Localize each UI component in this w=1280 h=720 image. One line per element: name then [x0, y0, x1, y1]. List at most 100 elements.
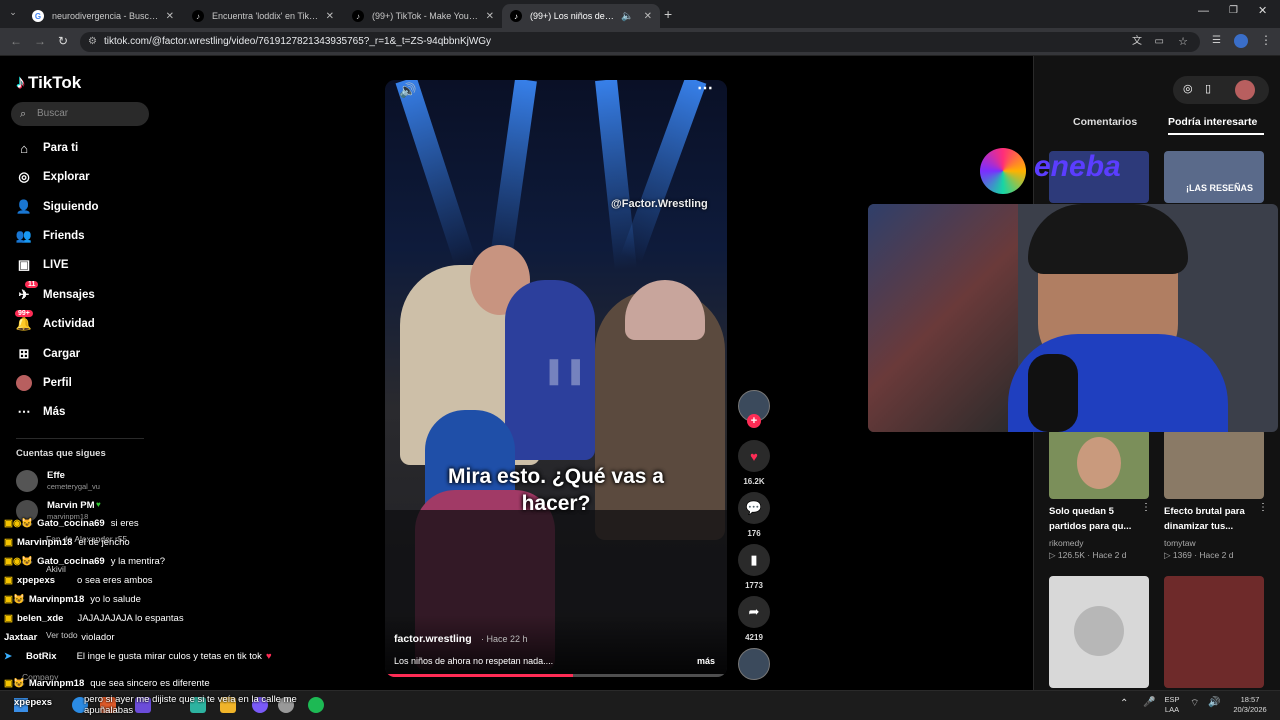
browser-tab[interactable]: ♪ (99+) TikTok - Make Your Day ✕ [344, 4, 502, 28]
video-thumbnail[interactable]: ¡LAS RESEÑAS [1164, 151, 1264, 203]
chat-user: Gato_cocina69 [37, 518, 105, 529]
browser-tab[interactable]: ♪ Encuentra 'loddix' en TikTok | Búsqued… [184, 4, 342, 28]
tab-search-button[interactable]: ⌄ [6, 7, 20, 21]
avatar[interactable] [1235, 80, 1255, 100]
close-icon[interactable]: ✕ [166, 11, 174, 22]
nav-item-actividad[interactable]: 🔔 99+ Actividad [15, 310, 156, 335]
messages-badge: 11 [25, 281, 39, 288]
card-age: Hace 2 d [1092, 550, 1127, 560]
cast-icon[interactable]: ▭ [1155, 32, 1164, 52]
clock[interactable]: 18:57 20/3/2026 [1226, 695, 1274, 715]
device-icon[interactable]: ▯ [1205, 82, 1211, 95]
chat-user: belen_xde [16, 613, 64, 624]
volume-icon[interactable]: 🔊 [399, 82, 416, 99]
nav-item-live[interactable]: ▣ LIVE [16, 254, 156, 276]
save-button[interactable]: ▮ [738, 544, 770, 576]
maximize-button[interactable]: ❐ [1229, 5, 1238, 16]
volume-icon[interactable]: 🔊 [1208, 697, 1220, 708]
browser-tab[interactable]: G neurodivergencia - Buscar con Google ✕ [24, 4, 182, 28]
following-name: Effe [47, 470, 65, 481]
nav-item-mensajes[interactable]: ✈ 11 Mensajes [16, 281, 156, 306]
tab-comentarios[interactable]: Comentarios [1073, 116, 1137, 128]
like-button[interactable]: ♥ [738, 440, 770, 472]
comment-button[interactable]: 💬 [738, 492, 770, 524]
mic-icon[interactable]: 🎤 [1143, 697, 1155, 708]
chat-user: Marvinpm18 [28, 678, 85, 689]
lang-indicator[interactable]: ESP LAA [1160, 695, 1184, 715]
nav-item-para-ti[interactable]: ⌂ Para ti [16, 137, 156, 159]
chat-text: pero si ayer me dijiste que si te veía e… [84, 694, 297, 716]
reload-button[interactable]: ↻ [58, 34, 68, 48]
following-item[interactable]: Effe cemeterygal_vu [16, 468, 146, 494]
card-options-icon[interactable]: ⋮ [1258, 502, 1268, 513]
browser-menu-icon[interactable]: ⋮ [1260, 33, 1272, 47]
address-bar[interactable]: ⚙ tiktok.com/@factor.wrestling/video/761… [80, 32, 1200, 52]
follow-plus-icon[interactable]: + [747, 414, 761, 428]
tiktok-logo[interactable]: ♪ TikTok [16, 72, 81, 93]
activity-badge: 99+ [15, 310, 33, 317]
compass-icon[interactable]: ◎ [1183, 82, 1193, 95]
card-title[interactable]: Efecto brutal para dinamizar tus... [1164, 504, 1256, 534]
video-author[interactable]: factor.wrestling [394, 633, 472, 645]
nav-item-friends[interactable]: 👥 Friends [16, 225, 156, 247]
search-input[interactable]: ⌕ Buscar [11, 102, 149, 126]
tab-indicator [1168, 133, 1264, 135]
close-window-button[interactable]: ✕ [1258, 4, 1267, 17]
new-tab-button[interactable]: + [664, 6, 672, 22]
thumbnail-face [1077, 437, 1121, 489]
sound-disc[interactable] [738, 648, 770, 680]
chat-message: Jaxtaar violador [4, 632, 115, 643]
card-author[interactable]: rikomedy [1049, 538, 1083, 548]
card-author[interactable]: tomytaw [1164, 538, 1196, 548]
chat-text: El inge le gusta mirar culos y tetas en … [76, 651, 262, 662]
reading-list-icon[interactable]: ☰ [1212, 35, 1221, 46]
chat-user: BotRix [25, 651, 57, 662]
video-thumbnail[interactable] [1164, 576, 1264, 688]
profile-avatar[interactable] [1234, 34, 1248, 48]
share-button[interactable]: ➦ [738, 596, 770, 628]
video-player[interactable]: ❚❚ 🔊 ⋯ @Factor.Wrestling Mira esto. ¿Qué… [385, 80, 727, 677]
chat-badges: ▣ [4, 537, 13, 548]
sponsor-logo-text: eneba [1034, 150, 1121, 183]
close-icon[interactable]: ✕ [486, 11, 494, 22]
tray-chevron-icon[interactable]: ⌃ [1120, 698, 1128, 709]
card-title[interactable]: Solo quedan 5 partidos para qu... [1049, 504, 1141, 534]
video-thumbnail[interactable] [1049, 429, 1149, 499]
chat-message: ▣😺 Marvinpm18 que sea sincero es diferente [4, 678, 210, 689]
following-name: Marvin PM [47, 500, 95, 511]
play-icon: ▷ [1049, 550, 1056, 560]
more-link[interactable]: más [697, 656, 715, 666]
comment-count: 176 [747, 529, 761, 538]
clock-date: 20/3/2026 [1233, 705, 1267, 714]
chat-user: xpepexs [16, 575, 56, 586]
avatar [16, 470, 38, 492]
progress-track[interactable] [385, 674, 727, 677]
card-options-icon[interactable]: ⋮ [1141, 502, 1151, 513]
wifi-icon[interactable]: ⌔ [1190, 697, 1199, 710]
bot-icon: ➤ [4, 651, 12, 662]
tab-podria-interesarte[interactable]: Podría interesarte [1168, 116, 1257, 128]
translate-icon[interactable]: 文 [1132, 32, 1142, 52]
nav-item-mas[interactable]: ⋯ Más [16, 401, 156, 423]
minimize-button[interactable]: — [1198, 5, 1209, 17]
video-thumbnail[interactable] [1049, 576, 1149, 688]
nav-item-cargar[interactable]: ⊞ Cargar [16, 343, 156, 365]
nav-item-siguiendo[interactable]: 👤 Siguiendo [16, 196, 156, 218]
chat-text: violador [81, 632, 115, 643]
video-thumbnail[interactable] [1164, 429, 1264, 499]
back-button[interactable]: ← [10, 34, 22, 48]
speaker-icon[interactable]: 🔈 [621, 11, 633, 22]
video-options-icon[interactable]: ⋯ [697, 80, 713, 98]
nav-item-perfil[interactable]: Perfil [16, 372, 156, 394]
site-info-icon[interactable]: ⚙ [88, 32, 97, 52]
close-icon[interactable]: ✕ [644, 11, 652, 22]
tiktok-icon: ♪ [510, 10, 522, 22]
forward-button[interactable]: → [34, 34, 46, 48]
card-stats: ▷ 1369 · Hace 2 d [1164, 550, 1234, 560]
browser-tab-active[interactable]: ♪ (99+) Los niños de ahora no respetan 🔈… [502, 4, 660, 28]
url-text: tiktok.com/@factor.wrestling/video/76191… [104, 36, 492, 47]
nav-item-explorar[interactable]: ◎ Explorar [16, 166, 156, 188]
close-icon[interactable]: ✕ [326, 11, 334, 22]
bookmark-star-icon[interactable]: ☆ [1178, 32, 1188, 52]
chat-user: Marvinpm18 [28, 594, 85, 605]
